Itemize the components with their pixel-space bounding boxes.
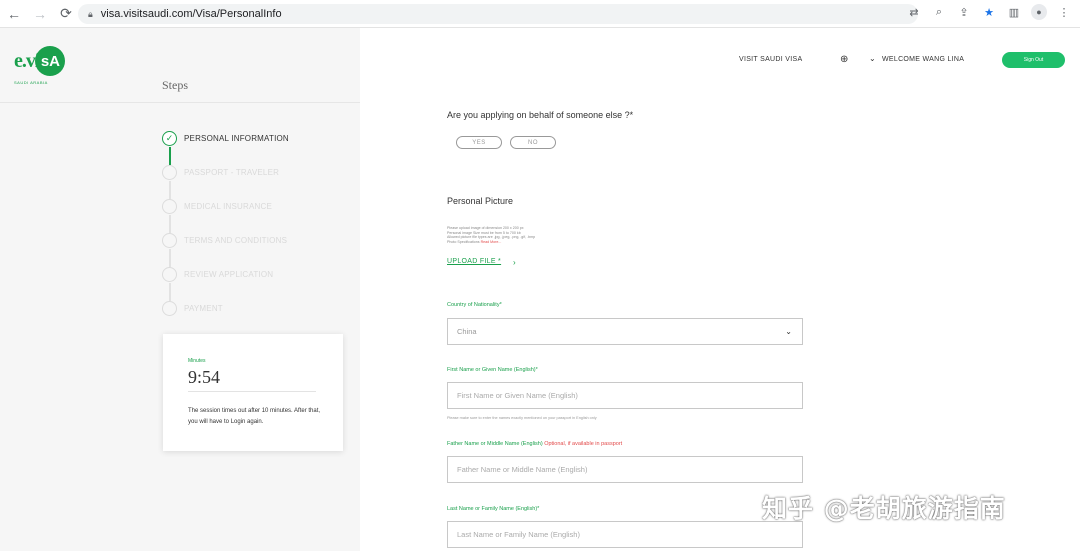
nationality-select[interactable]: China ⌄: [447, 318, 803, 345]
first-name-input[interactable]: [447, 382, 803, 409]
behalf-question: Are you applying on behalf of someone el…: [447, 110, 634, 120]
last-name-input[interactable]: [447, 521, 803, 548]
watermark: 知乎 @老胡旅游指南: [762, 494, 1006, 523]
chevron-right-icon[interactable]: ›: [513, 258, 516, 267]
step-circle-icon: [162, 199, 177, 214]
globe-icon[interactable]: ⊕: [840, 54, 848, 65]
step-passport-traveler[interactable]: PASSPORT - TRAVELER: [162, 165, 289, 199]
zoom-icon[interactable]: ⌕: [931, 4, 947, 20]
evisa-logo[interactable]: e.vi sA SAUDI ARABIA: [14, 46, 66, 85]
session-timer-card: Minutes 9:54 The session times out after…: [163, 334, 343, 451]
step-medical-insurance[interactable]: MEDICAL INSURANCE: [162, 199, 289, 233]
optional-note: Optional, if available in passport: [544, 441, 623, 447]
step-connector: [169, 215, 171, 233]
yes-button[interactable]: YES: [456, 136, 502, 149]
reload-icon[interactable]: ⟳: [54, 2, 78, 26]
divider: [188, 391, 316, 392]
step-payment[interactable]: PAYMENT: [162, 301, 289, 335]
no-button[interactable]: NO: [510, 136, 556, 149]
bookmark-star-icon[interactable]: ★: [981, 4, 997, 20]
sidepanel-icon[interactable]: ▥: [1006, 4, 1022, 20]
step-circle-icon: [162, 267, 177, 282]
read-more-link[interactable]: Read More...: [481, 240, 502, 244]
timer-value: 9:54: [188, 367, 221, 387]
step-connector: [169, 147, 171, 165]
nationality-label: Country of Nationality*: [447, 302, 502, 308]
last-name-label: Last Name or Family Name (English)*: [447, 506, 540, 512]
url-text: visa.visitsaudi.com/Visa/PersonalInfo: [100, 8, 282, 20]
timer-message: The session times out after 10 minutes. …: [188, 408, 321, 425]
step-circle-icon: [162, 165, 177, 180]
upload-file-link[interactable]: UPLOAD FILE *: [447, 258, 501, 265]
step-terms-and-conditions[interactable]: TERMS AND CONDITIONS: [162, 233, 289, 267]
main-content: VISIT SAUDI VISA ⊕ ⌄ WELCOME WANG LINA S…: [360, 28, 1080, 551]
step-circle-icon: [162, 233, 177, 248]
top-navigation: VISIT SAUDI VISA ⊕ ⌄ WELCOME WANG LINA S…: [360, 28, 1080, 88]
step-connector: [169, 283, 171, 301]
steps-sidebar: e.vi sA SAUDI ARABIA Steps ✓ PERSONAL IN…: [0, 28, 360, 551]
chevron-down-icon[interactable]: ⌄: [869, 54, 876, 63]
steps-title: Steps: [162, 78, 189, 92]
personal-picture-title: Personal Picture: [447, 196, 514, 206]
welcome-user[interactable]: WELCOME WANG LINA: [882, 56, 964, 63]
first-name-label: First Name or Given Name (English)*: [447, 367, 538, 373]
step-circle-icon: [162, 301, 177, 316]
browser-toolbar: ← → ⟳ 🔒︎ visa.visitsaudi.com/Visa/Person…: [0, 0, 1080, 28]
profile-avatar-icon[interactable]: ●: [1031, 4, 1047, 20]
first-name-hint: Please make sure to enter the names exac…: [447, 416, 597, 420]
sign-out-button[interactable]: Sign Out: [1002, 52, 1065, 68]
back-icon[interactable]: ←: [2, 2, 26, 26]
nav-visit-saudi-visa[interactable]: VISIT SAUDI VISA: [739, 56, 802, 63]
step-personal-information[interactable]: ✓ PERSONAL INFORMATION: [162, 131, 289, 165]
forward-icon[interactable]: →: [28, 2, 52, 26]
translate-icon[interactable]: ⇄: [906, 4, 922, 20]
step-review-application[interactable]: REVIEW APPLICATION: [162, 267, 289, 301]
address-bar[interactable]: 🔒︎ visa.visitsaudi.com/Visa/PersonalInfo: [78, 4, 918, 24]
father-name-label: Father Name or Middle Name (English) Opt…: [447, 441, 623, 447]
check-icon: ✓: [162, 131, 177, 146]
step-connector: [169, 181, 171, 199]
picture-requirements: Please upload image of dimension 200 x 2…: [447, 226, 536, 244]
steps-list: ✓ PERSONAL INFORMATION PASSPORT - TRAVEL…: [162, 131, 289, 335]
step-connector: [169, 249, 171, 267]
menu-kebab-icon[interactable]: ⋮: [1056, 4, 1072, 20]
chevron-down-icon: ⌄: [785, 327, 792, 336]
share-icon[interactable]: ⇪: [956, 4, 972, 20]
lock-icon: 🔒︎: [88, 8, 93, 19]
father-name-input[interactable]: [447, 456, 803, 483]
timer-label: Minutes: [188, 358, 206, 364]
divider: [0, 102, 360, 103]
